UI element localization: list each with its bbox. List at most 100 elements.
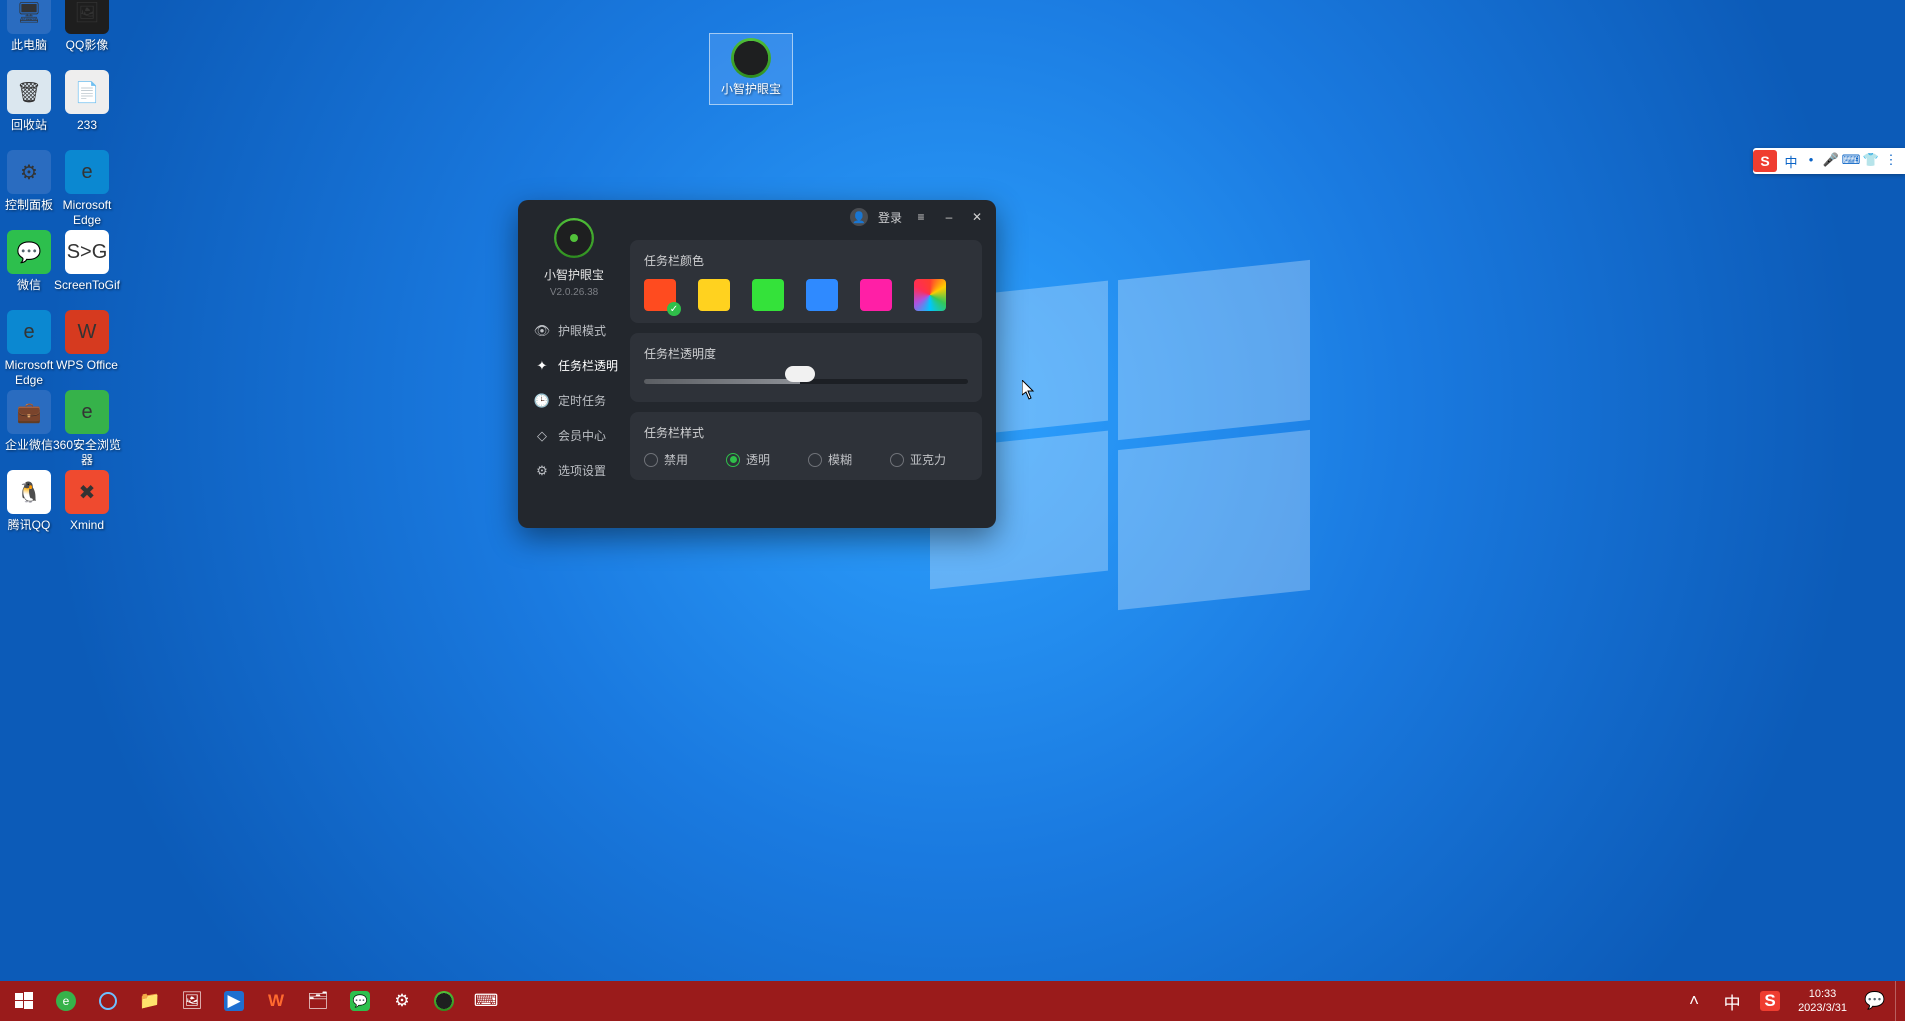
card-title-opacity: 任务栏透明度 bbox=[644, 345, 968, 362]
app-title: 小智护眼宝 bbox=[544, 266, 604, 283]
color-swatch[interactable] bbox=[806, 279, 838, 311]
taskbar-app-touchkeyboard[interactable]: ⌨ bbox=[466, 981, 506, 1021]
color-swatch[interactable] bbox=[644, 279, 676, 311]
sogou-item[interactable]: 中 bbox=[1781, 152, 1801, 171]
app-shortcut-icon bbox=[731, 38, 771, 78]
taskbar-left: e 📁 🖼 ▶ W 🗂 💬 ⚙ ⌨ bbox=[4, 981, 506, 1021]
desktop-item-icon: ✖ bbox=[65, 470, 109, 514]
desktop-icon-WPS Office[interactable]: WWPS Office bbox=[48, 310, 126, 373]
app-sidebar: 小智护眼宝 V2.0.26.38 👁 护眼模式 ✦ 任务栏透明 🕒 定时任务 ◇会员中心 ⚙ 选… bbox=[518, 200, 630, 528]
desktop-item-icon: 🗑 bbox=[7, 70, 51, 114]
slider-thumb[interactable] bbox=[785, 366, 815, 382]
radio-dot-icon bbox=[808, 453, 822, 467]
nav-item-label: 任务栏透明 bbox=[558, 357, 618, 374]
desktop-icon-233[interactable]: 📄233 bbox=[48, 70, 126, 133]
nav-item-会员中心[interactable]: ◇会员中心 bbox=[520, 421, 628, 450]
action-center-icon[interactable]: 💬 bbox=[1857, 981, 1893, 1021]
user-avatar-icon[interactable]: 👤 bbox=[850, 208, 868, 226]
desktop-icon-label: WPS Office bbox=[48, 358, 126, 373]
taskbar-app-xiaozhi[interactable] bbox=[424, 981, 464, 1021]
color-swatch[interactable] bbox=[752, 279, 784, 311]
taskbar-app-settings[interactable]: ⚙ bbox=[382, 981, 422, 1021]
desktop-icon-Microsoft Edge[interactable]: eMicrosoft Edge bbox=[48, 150, 126, 228]
taskbar-color-card: 任务栏颜色 bbox=[630, 240, 982, 323]
nav-item-定时任务[interactable]: 🕒 定时任务 bbox=[520, 386, 628, 415]
desktop-item-icon: S>G bbox=[65, 230, 109, 274]
desktop-item-icon: e bbox=[7, 310, 51, 354]
sogou-item[interactable]: ⋮ bbox=[1881, 152, 1901, 171]
radio-dot-icon bbox=[890, 453, 904, 467]
desktop-icon-Xmind[interactable]: ✖ Xmind bbox=[48, 470, 126, 533]
desktop-icon-label: Xmind bbox=[48, 518, 126, 533]
minimize-button[interactable]: – bbox=[940, 208, 958, 226]
desktop-icon-label: QQ影像 bbox=[48, 38, 126, 53]
sogou-item[interactable]: 👕 bbox=[1861, 152, 1881, 171]
taskbar: e 📁 🖼 ▶ W 🗂 💬 ⚙ ⌨ ˄ 中 S 10:33 2023/3/31 … bbox=[0, 981, 1905, 1021]
taskbar-app-images[interactable]: 🖼 bbox=[172, 981, 212, 1021]
desktop-item-icon: 🐧 bbox=[7, 470, 51, 514]
nav-item-icon: 👁 bbox=[534, 323, 550, 339]
sogou-item[interactable]: • bbox=[1801, 152, 1821, 171]
tray-overflow-icon[interactable]: ˄ bbox=[1676, 981, 1712, 1021]
nav-item-label: 护眼模式 bbox=[558, 322, 606, 339]
desktop-item-icon: 🖥 bbox=[7, 0, 51, 34]
radio-label: 禁用 bbox=[664, 451, 688, 468]
nav-item-label: 选项设置 bbox=[558, 462, 606, 479]
nav-item-任务栏透明[interactable]: ✦ 任务栏透明 bbox=[520, 351, 628, 380]
app-main: 👤 登录 ≡ – ✕ 任务栏颜色 任务栏透明度 bbox=[630, 200, 996, 528]
sogou-item[interactable]: 🎤 bbox=[1821, 152, 1841, 171]
taskbar-app-wps[interactable]: W bbox=[256, 981, 296, 1021]
hamburger-menu-icon[interactable]: ≡ bbox=[912, 208, 930, 226]
color-swatch[interactable] bbox=[698, 279, 730, 311]
login-button[interactable]: 登录 bbox=[878, 209, 902, 226]
desktop-item-icon: 📄 bbox=[65, 70, 109, 114]
desktop-icon-selected-xiaozhi[interactable]: 小智护眼宝 bbox=[710, 34, 792, 104]
start-button[interactable] bbox=[4, 981, 44, 1021]
slider-fill bbox=[644, 379, 800, 384]
sogou-item[interactable]: ⌨ bbox=[1841, 152, 1861, 171]
taskbar-app-cortana[interactable] bbox=[88, 981, 128, 1021]
radio-label: 透明 bbox=[746, 451, 770, 468]
opacity-slider[interactable] bbox=[644, 372, 968, 390]
style-radio-模糊[interactable]: 模糊 bbox=[808, 451, 852, 468]
radio-dot-icon bbox=[726, 453, 740, 467]
clock-date: 2023/3/31 bbox=[1798, 1001, 1847, 1015]
nav-item-label: 定时任务 bbox=[558, 392, 606, 409]
close-button[interactable]: ✕ bbox=[968, 208, 986, 226]
show-desktop-button[interactable] bbox=[1895, 981, 1901, 1021]
nav-item-icon: ◇ bbox=[534, 428, 550, 444]
nav-item-icon: ✦ bbox=[534, 358, 550, 374]
desktop-item-icon: 💼 bbox=[7, 390, 51, 434]
desktop-icon-ScreenToGif[interactable]: S>GScreenToGif bbox=[48, 230, 126, 293]
nav-item-护眼模式[interactable]: 👁 护眼模式 bbox=[520, 316, 628, 345]
desktop-icon-QQ影像[interactable]: 🖼QQ影像 bbox=[48, 0, 126, 53]
nav-item-icon: 🕒 bbox=[534, 393, 550, 409]
taskbar-app-wechat[interactable]: 💬 bbox=[340, 981, 380, 1021]
desktop-icon-360安全浏览器[interactable]: e360安全浏览器 bbox=[48, 390, 126, 468]
clock-time: 10:33 bbox=[1809, 987, 1837, 1001]
style-radio-透明[interactable]: 透明 bbox=[726, 451, 770, 468]
tray-ime-badge[interactable]: S bbox=[1752, 981, 1788, 1021]
style-radio-亚克力[interactable]: 亚克力 bbox=[890, 451, 946, 468]
color-swatch-rainbow[interactable] bbox=[914, 279, 946, 311]
taskbar-style-card: 任务栏样式 禁用透明模糊亚克力 bbox=[630, 412, 982, 480]
taskbar-app-folder[interactable]: 🗂 bbox=[298, 981, 338, 1021]
color-swatch[interactable] bbox=[860, 279, 892, 311]
taskbar-app-explorer[interactable]: 📁 bbox=[130, 981, 170, 1021]
radio-label: 亚克力 bbox=[910, 451, 946, 468]
nav-item-icon: ⚙ bbox=[534, 463, 550, 479]
tray-lang[interactable]: 中 bbox=[1714, 981, 1750, 1021]
radio-label: 模糊 bbox=[828, 451, 852, 468]
desktop-icon-label: 360安全浏览器 bbox=[48, 438, 126, 468]
taskbar-app-video[interactable]: ▶ bbox=[214, 981, 254, 1021]
nav-item-选项设置[interactable]: ⚙ 选项设置 bbox=[520, 456, 628, 485]
taskbar-app-360[interactable]: e bbox=[46, 981, 86, 1021]
sogou-logo-icon[interactable]: S bbox=[1753, 150, 1777, 172]
app-version: V2.0.26.38 bbox=[550, 287, 598, 298]
style-radio-禁用[interactable]: 禁用 bbox=[644, 451, 688, 468]
desktop-icon-label: 小智护眼宝 bbox=[710, 82, 792, 97]
taskbar-clock[interactable]: 10:33 2023/3/31 bbox=[1790, 987, 1855, 1015]
taskbar-right: ˄ 中 S 10:33 2023/3/31 💬 bbox=[1676, 981, 1901, 1021]
taskbar-opacity-card: 任务栏透明度 bbox=[630, 333, 982, 402]
sogou-ime-toolbar[interactable]: S 中•🎤⌨👕⋮ bbox=[1753, 148, 1905, 174]
